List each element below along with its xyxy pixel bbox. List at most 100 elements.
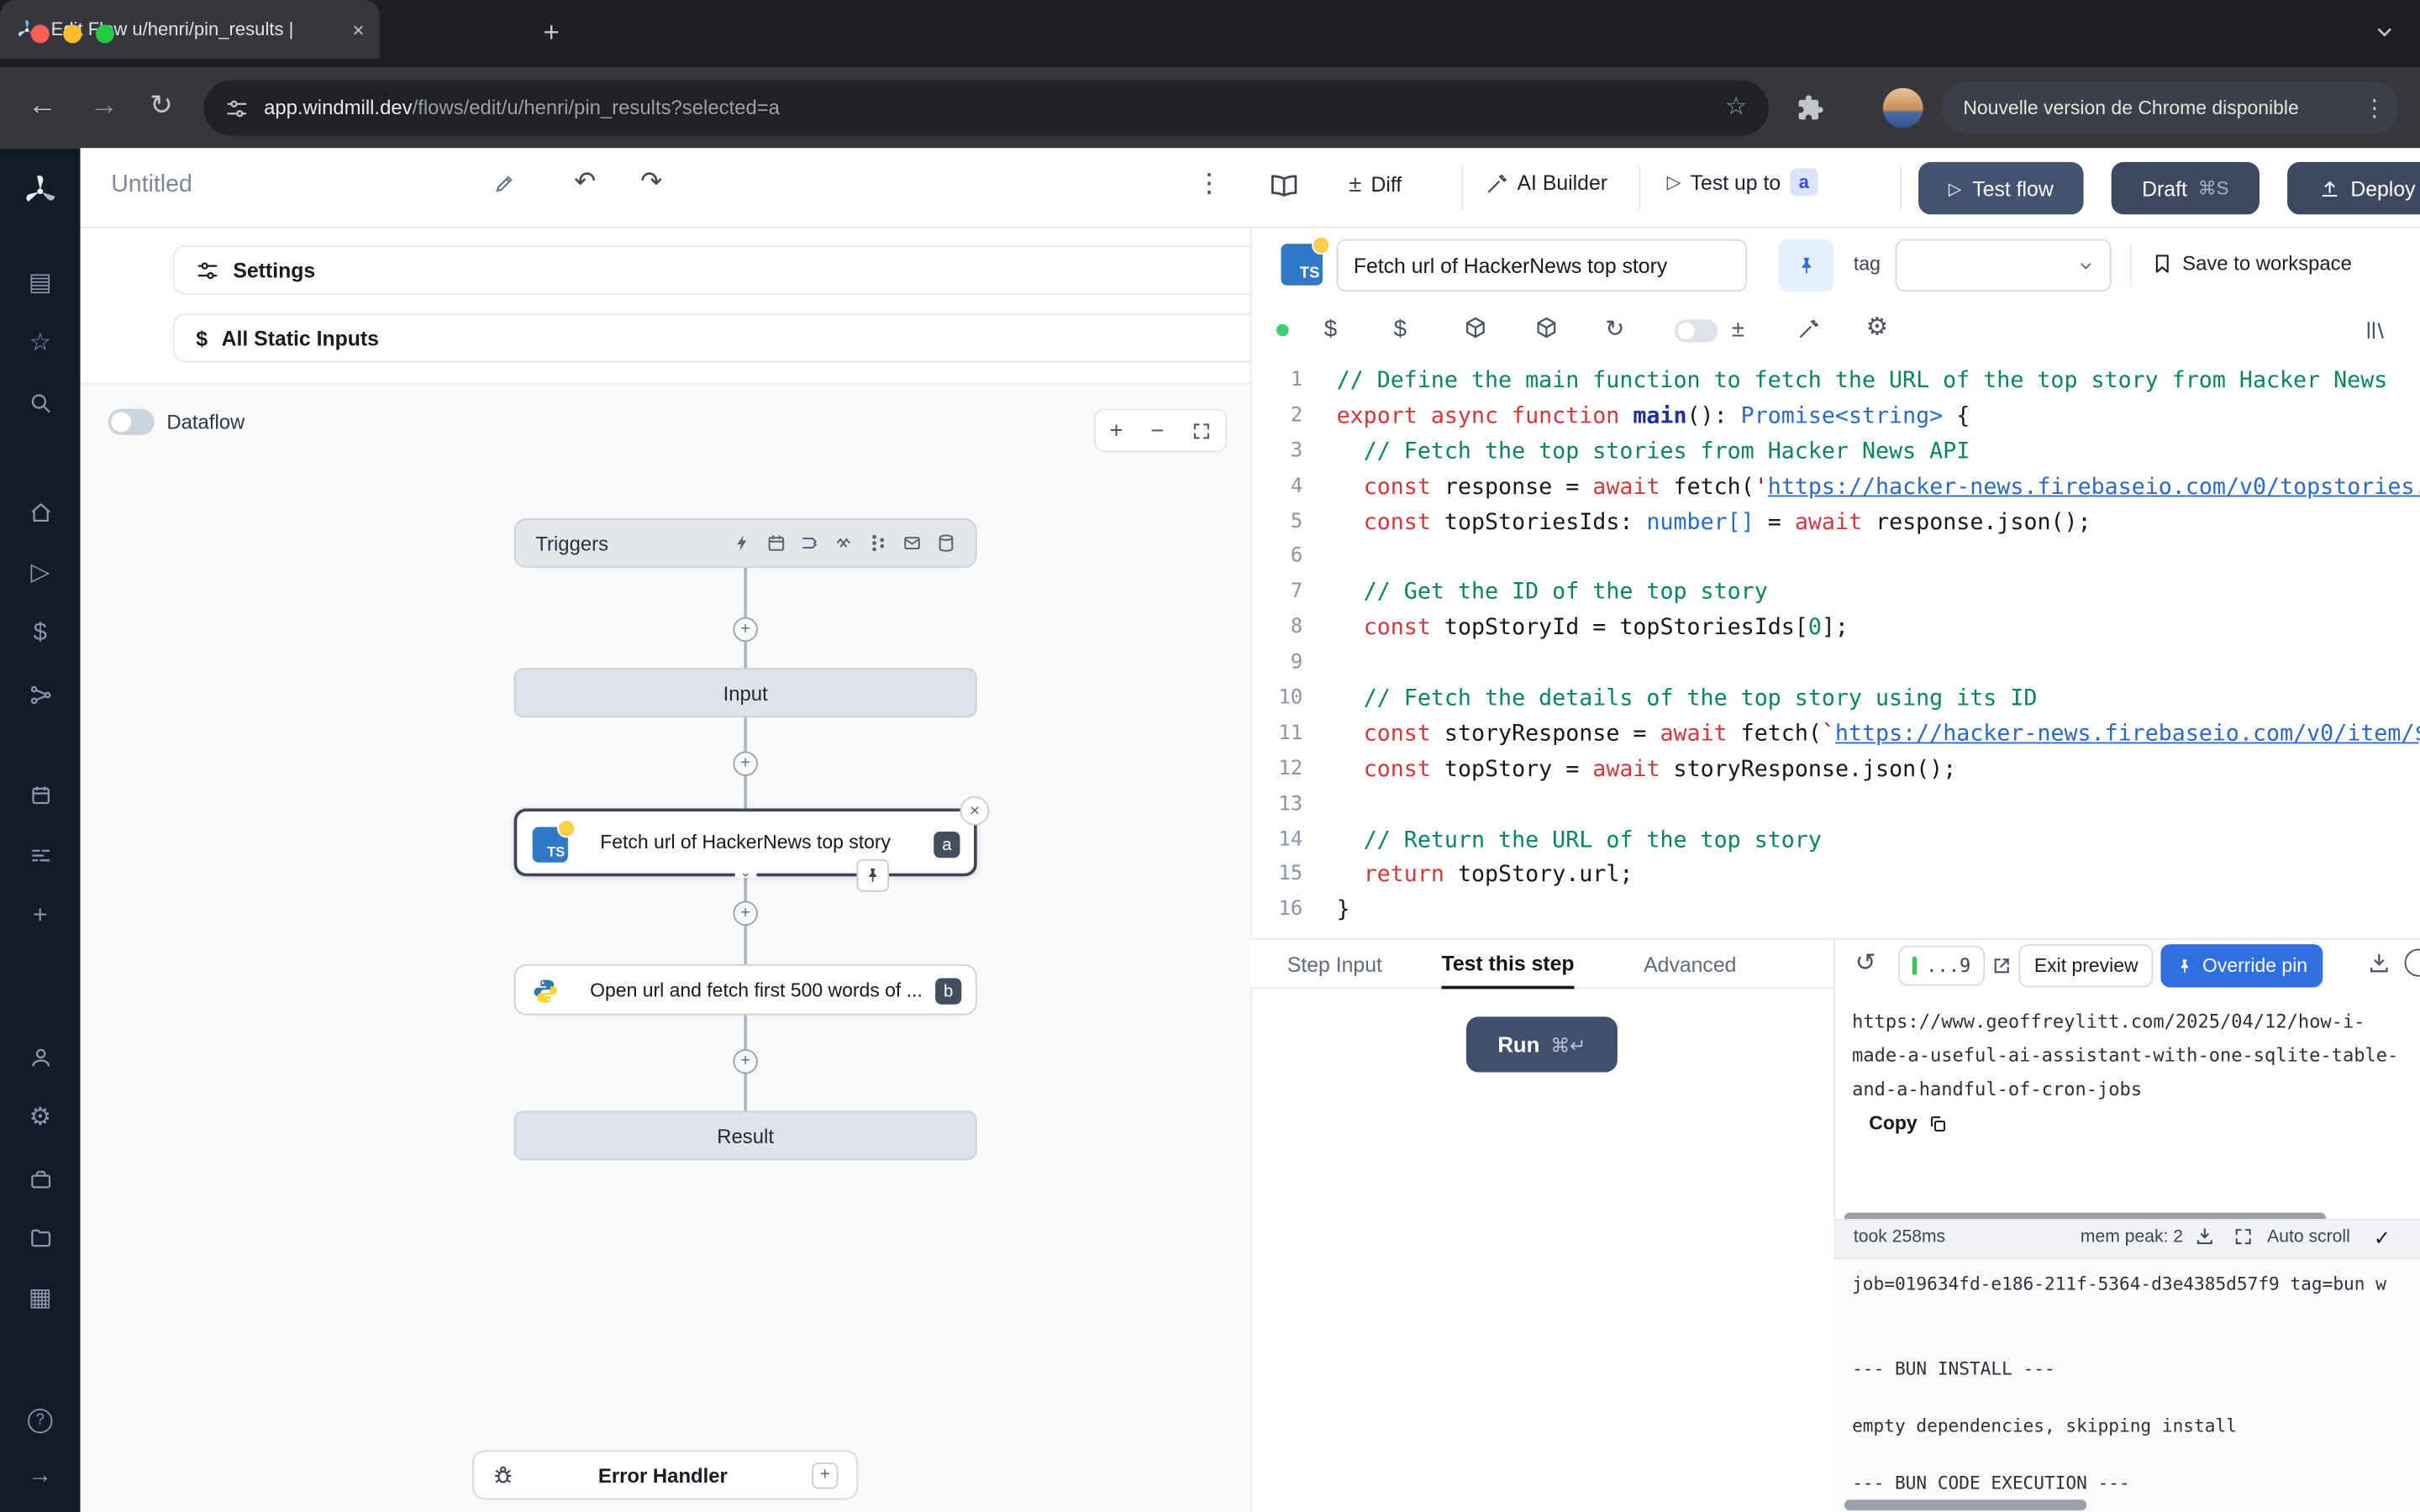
flow-node-step-a[interactable]: TS Fetch url of HackerNews top story a ×… [514,808,977,876]
sidebar-item-search[interactable] [0,392,81,416]
undo-button[interactable]: ↶ [574,168,596,194]
draft-button[interactable]: Draft ⌘S [2112,162,2260,214]
expand-logs-button[interactable] [2233,1226,2254,1247]
variables-button[interactable]: $ [1324,318,1337,341]
minimize-window-button[interactable] [63,24,82,43]
code-line[interactable]: // Get the ID of the top story [1337,576,2420,612]
all-static-inputs-button[interactable]: $ All Static Inputs [173,313,1315,363]
sidebar-item-help[interactable]: ? [0,1409,81,1433]
code-line[interactable]: const topStoryId = topStoriesIds[0]; [1337,612,2420,647]
fit-view-icon[interactable] [1192,421,1212,441]
download-result-button[interactable] [2368,952,2391,975]
reload-script-button[interactable]: ↻ [1605,318,1624,341]
sidebar-item-schedules[interactable] [0,784,81,807]
tab-test-this-step[interactable]: Test this step [1442,940,1575,990]
sidebar-item-flows[interactable] [0,684,81,707]
kafka-icon[interactable] [869,534,887,553]
tab-advanced[interactable]: Advanced [1644,940,1736,990]
tab-step-input[interactable]: Step Input [1287,940,1382,990]
code-line[interactable] [1337,788,2420,823]
library-button[interactable] [2365,318,2389,342]
code-line[interactable]: export async function main(): Promise<st… [1337,400,2420,435]
bookmark-star-icon[interactable]: ☆ [1725,96,1747,120]
add-step-button[interactable]: + [733,751,757,775]
chrome-update-button[interactable]: Nouvelle version de Chrome disponible ⋮ [1942,81,2399,134]
resources-button[interactable]: $ [1394,318,1407,341]
route-icon[interactable] [801,534,819,553]
sidebar-item-folders[interactable] [0,1226,81,1250]
zoom-out-button[interactable]: − [1150,417,1164,444]
code-line[interactable]: const storyResponse = await fetch(`https… [1337,717,2420,753]
override-pin-button[interactable]: Override pin [2160,944,2323,987]
triggers-node[interactable]: Triggers [514,518,977,568]
redo-button[interactable]: ↷ [640,168,662,194]
test-up-to-step-badge[interactable]: a [1790,168,1818,196]
step-name-input[interactable] [1337,239,1748,291]
zoom-in-button[interactable]: + [1109,417,1123,444]
code-line[interactable]: // Fetch the details of the top story us… [1337,682,2420,717]
code-line[interactable]: } [1337,894,2420,929]
test-flow-button[interactable]: ▷ Test flow [1918,162,2084,214]
open-job-button[interactable] [1991,955,2012,977]
code-lines[interactable]: // Define the main function to fetch the… [1337,364,2420,929]
sidebar-item-users[interactable] [0,1046,81,1069]
expand-chevron[interactable]: ⌄ [735,865,756,878]
code-line[interactable]: // Return the URL of the top story [1337,823,2420,858]
editor-settings-button[interactable]: ⚙ [1866,317,1888,340]
code-line[interactable]: // Define the main function to fetch the… [1337,364,2420,399]
profile-avatar[interactable] [1883,88,1923,129]
job-id-badge[interactable]: ...9 [1898,946,1985,986]
docs-button[interactable] [1269,170,1300,201]
more-options-button[interactable]: ⋮ [1196,170,1222,196]
dataflow-toggle[interactable] [108,409,155,435]
code-line[interactable]: const response = await fetch('https://ha… [1337,470,2420,506]
tab-close-icon[interactable]: × [353,19,365,39]
sidebar-item-runs[interactable]: ▷ [0,562,81,586]
exit-preview-button[interactable]: Exit preview [2018,944,2154,987]
add-step-button[interactable]: + [733,617,757,642]
code-line[interactable]: const topStory = await storyResponse.jso… [1337,753,2420,788]
pinned-result-badge[interactable] [856,859,889,892]
schedule-icon[interactable] [767,534,786,553]
add-step-button[interactable]: + [733,901,757,926]
windmill-logo[interactable] [22,173,59,210]
package-button[interactable] [1463,317,1487,341]
add-step-button[interactable]: + [733,1049,757,1074]
code-line[interactable] [1337,541,2420,576]
log-output[interactable]: job=019634fd-e186-211f-5364-d3e4385d57f9… [1852,1270,2407,1497]
browser-tab[interactable]: Edit Flow u/henri/pin_results | × [0,0,380,59]
maximize-window-button[interactable] [96,24,114,43]
add-error-handler-button[interactable]: + [812,1462,838,1488]
input-node[interactable]: Input [514,668,977,717]
code-line[interactable] [1337,647,2420,682]
history-button[interactable]: ↺ [1855,952,1876,975]
code-line[interactable]: const topStoriesIds: number[] = await re… [1337,506,2420,541]
pin-button[interactable] [1778,239,1833,291]
flow-node-step-b[interactable]: Open url and fetch first 500 words of ..… [514,964,977,1016]
sidebar-item-menu[interactable]: ▤ [0,271,81,296]
sidebar-item-resources[interactable] [0,844,81,868]
dependencies-button[interactable] [1534,317,1559,341]
run-button[interactable]: Run ⌘↵ [1466,1016,1618,1072]
sidebar-item-add[interactable]: + [0,904,81,928]
sidebar-item-settings[interactable]: ⚙ [0,1106,81,1131]
site-settings-icon[interactable] [225,97,249,120]
copy-result-button[interactable]: Copy [1869,1112,1948,1134]
sidebar-collapse-button[interactable]: → [0,1464,81,1488]
sidebar-item-variables[interactable]: $ [0,622,81,646]
result-output[interactable]: https://www.geoffreylitt.com/2025/04/12/… [1852,1005,2398,1106]
code-line[interactable]: // Fetch the top stories from Hacker New… [1337,435,2420,470]
diff-button[interactable]: ± Diff [1349,171,1402,197]
sidebar-item-home[interactable] [0,501,81,525]
flow-canvas[interactable]: Dataflow + − + + + + Triggers Input [81,383,1250,1512]
ai-builder-button[interactable]: AI Builder [1486,171,1607,195]
email-icon[interactable] [902,534,921,553]
database-icon[interactable] [937,534,955,553]
new-tab-button[interactable]: + [544,18,560,46]
remove-step-button[interactable]: × [960,796,989,826]
editor-toggle[interactable] [1675,319,1718,343]
edit-title-button[interactable] [494,173,516,195]
deploy-button[interactable]: Deploy [2287,162,2420,214]
close-window-button[interactable] [31,24,50,43]
ai-assist-button[interactable] [1798,318,1820,339]
